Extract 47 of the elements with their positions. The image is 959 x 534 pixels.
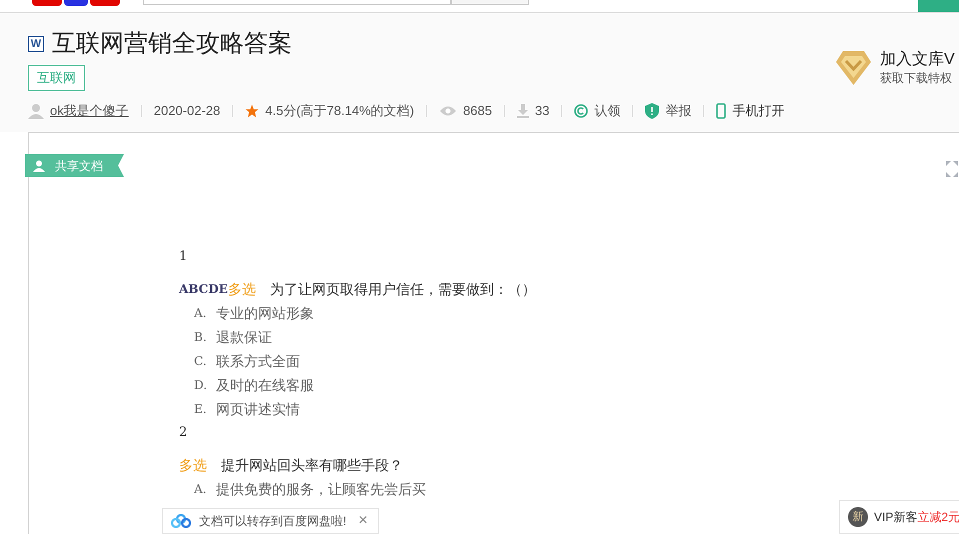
- option-letter: A.: [194, 481, 208, 498]
- answer-key: ABCDE: [179, 279, 228, 299]
- eye-icon: [439, 104, 458, 117]
- question-type: 多选: [179, 456, 207, 475]
- option-letter: C.: [194, 353, 208, 370]
- view-count: 8685: [463, 102, 492, 120]
- claim-link[interactable]: 认领: [594, 101, 620, 120]
- question-text: 提升网站回头率有哪些手段？: [221, 456, 403, 475]
- question-type: 多选: [228, 280, 256, 299]
- option-letter: D.: [194, 377, 208, 394]
- new-badge: 新: [848, 507, 868, 527]
- author-link[interactable]: ok我是个傻子: [50, 101, 129, 120]
- question-number: 2: [179, 424, 188, 442]
- option-letter: B.: [194, 329, 208, 346]
- option-text: 及时的在线客服: [216, 376, 314, 395]
- option-text: 提供免费的服务，让顾客先尝后买: [216, 480, 426, 499]
- user-icon: [28, 102, 44, 119]
- rating-text: 4.5分(高于78.14%的文档): [265, 102, 414, 120]
- report-link[interactable]: 举报: [665, 101, 692, 120]
- star-icon: [245, 104, 260, 118]
- option-text: 专业的网站形象: [216, 304, 314, 323]
- fullscreen-icon[interactable]: [945, 160, 959, 178]
- download-icon: [516, 104, 529, 118]
- close-button[interactable]: ×: [358, 513, 368, 529]
- cloud-icon: [171, 514, 191, 528]
- vip-join-subtitle: 获取下载特权: [880, 70, 953, 86]
- diamond-icon: [835, 49, 872, 87]
- option-text: 退款保证: [216, 328, 272, 347]
- option-text: 网页讲述实情: [216, 400, 300, 419]
- word-file-icon: W: [28, 36, 44, 52]
- upload-date: 2020-02-28: [154, 102, 220, 120]
- vip-join-title[interactable]: 加入文库V: [880, 50, 955, 70]
- document-title: 互联网营销全攻略答案: [52, 29, 292, 59]
- toast-message: 文档可以转存到百度网盘啦!: [199, 513, 346, 530]
- shield-icon: [645, 102, 660, 119]
- option-text: 联系方式全面: [216, 352, 300, 371]
- copyright-icon: [574, 104, 588, 118]
- user-icon: [33, 160, 45, 172]
- question-text: 为了让网页取得用户信任，需要做到：（）: [270, 280, 536, 299]
- phone-icon: [716, 102, 726, 119]
- mobile-open-link[interactable]: 手机打开: [732, 101, 784, 120]
- download-count: 33: [534, 102, 550, 120]
- question-number: 1: [179, 248, 188, 266]
- option-letter: A.: [194, 305, 208, 322]
- login-button[interactable]: [918, 0, 959, 12]
- ribbon-label: 共享文档: [55, 158, 103, 174]
- option-letter: E.: [194, 401, 208, 418]
